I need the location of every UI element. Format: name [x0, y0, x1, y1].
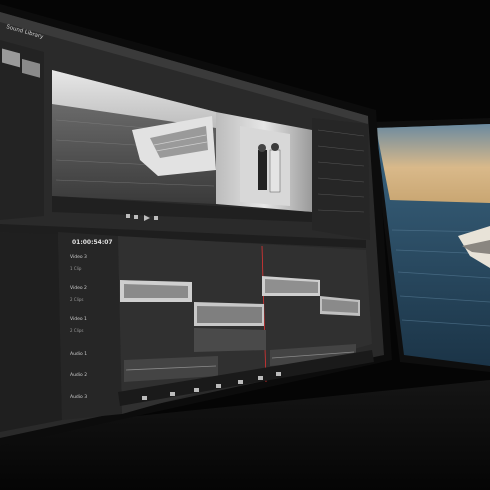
track-label-video3: Video 3	[70, 254, 87, 260]
person-shape	[269, 149, 281, 193]
track-clip-count: 2 Clips	[70, 328, 83, 333]
person-shape	[258, 150, 267, 190]
fusion-page-icon[interactable]	[216, 384, 221, 388]
track-headers	[58, 232, 122, 420]
editing-setup-illustration: Sound Library 01:00:54:07 Video 3 1 Clip…	[0, 0, 490, 490]
cut-page-icon[interactable]	[170, 392, 175, 396]
timecode-display: 01:00:54:07	[72, 239, 113, 246]
track-header-panel	[0, 232, 62, 432]
track-clip-count: 2 Clips	[70, 297, 83, 302]
track-clip-count: 1 Clip	[70, 266, 82, 271]
track-label-video1: Video 1	[70, 316, 87, 322]
photo-scene: Sound Library 01:00:54:07 Video 3 1 Clip…	[0, 0, 490, 490]
track-label-audio3: Audio 3	[70, 394, 87, 400]
track-label-audio2: Audio 2	[70, 372, 87, 378]
audio-clip[interactable]	[194, 328, 266, 352]
fairlight-page-icon[interactable]	[258, 376, 263, 380]
deliver-page-icon[interactable]	[276, 372, 281, 376]
media-page-icon[interactable]	[142, 396, 147, 400]
track-label-audio1: Audio 1	[70, 351, 87, 357]
inspector-panel	[312, 118, 370, 240]
edit-page-icon[interactable]	[194, 388, 199, 392]
track-label-video2: Video 2	[70, 285, 87, 291]
color-page-icon[interactable]	[238, 380, 243, 384]
